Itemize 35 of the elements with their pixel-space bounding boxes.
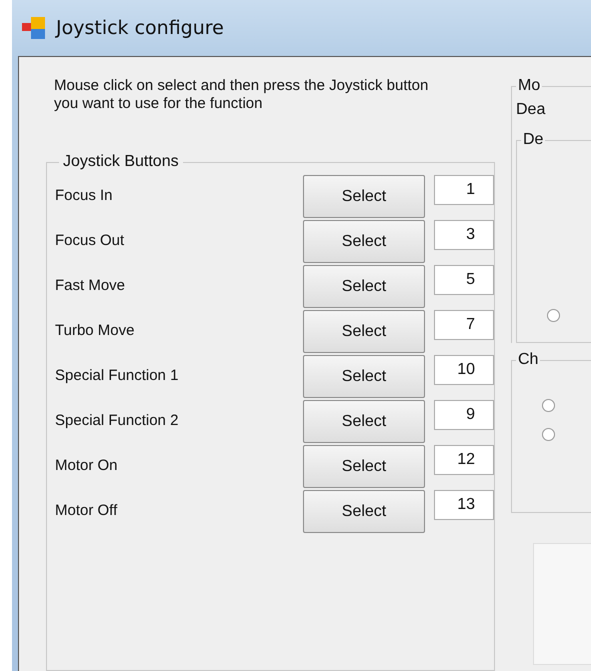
select-button[interactable]: Select <box>303 265 425 308</box>
select-button[interactable]: Select <box>303 490 425 533</box>
button-number-field[interactable]: 5 <box>434 265 494 295</box>
instructions-text: Mouse click on select and then press the Joystick button you want to use for the function <box>54 77 430 113</box>
button-number-field[interactable]: 13 <box>434 490 494 520</box>
button-number-field[interactable]: 9 <box>434 400 494 430</box>
button-number-field[interactable]: 12 <box>434 445 494 475</box>
button-number-field[interactable]: 10 <box>434 355 494 385</box>
group-title: Mo <box>517 77 542 95</box>
group-title: Joystick Buttons <box>62 153 180 171</box>
window-title: Joystick configure <box>56 17 224 39</box>
select-button[interactable]: Select <box>303 355 425 398</box>
app-icon <box>22 15 48 41</box>
button-number-field[interactable]: 1 <box>434 175 494 205</box>
function-label: Motor Off <box>55 501 118 519</box>
radio-button[interactable] <box>542 399 555 412</box>
radio-button[interactable] <box>542 428 555 441</box>
function-label: Fast Move <box>55 276 126 294</box>
select-button[interactable]: Select <box>303 310 425 353</box>
function-label: Turbo Move <box>55 321 136 339</box>
function-label: Special Function 2 <box>55 411 180 429</box>
function-label: Focus In <box>55 186 114 204</box>
select-button[interactable]: Select <box>303 220 425 263</box>
function-label: Focus Out <box>55 231 126 249</box>
button-number-field[interactable]: 3 <box>434 220 494 250</box>
select-button[interactable]: Select <box>303 445 425 488</box>
select-button[interactable]: Select <box>303 400 425 443</box>
function-label: Special Function 1 <box>55 366 180 384</box>
group-title: De <box>522 131 544 149</box>
radio-button[interactable] <box>547 309 560 322</box>
field-label: Dea <box>516 101 546 119</box>
function-label: Motor On <box>55 456 119 474</box>
select-button[interactable]: Select <box>303 175 425 218</box>
group-title: Ch <box>517 351 540 369</box>
button-number-field[interactable]: 7 <box>434 310 494 340</box>
